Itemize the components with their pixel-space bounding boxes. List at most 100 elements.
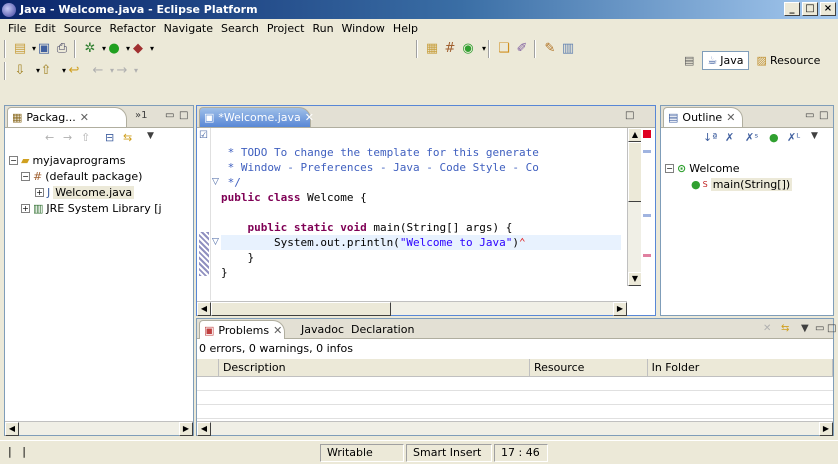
sort-icon[interactable]: ↓ª — [703, 131, 717, 144]
column-header-folder[interactable]: In Folder — [648, 359, 834, 376]
expand-icon[interactable]: + — [21, 203, 30, 213]
new-java-project-icon[interactable]: ▦ — [424, 41, 440, 57]
view-overflow-button[interactable]: »1 — [135, 110, 147, 121]
view-menu-icon[interactable]: ▼ — [801, 323, 809, 334]
menu-source[interactable]: Source — [60, 22, 106, 35]
search-icon[interactable]: ✐ — [514, 41, 530, 57]
tab-declaration[interactable]: Declaration — [351, 323, 414, 336]
outline-tab[interactable]: ▤ Outline ✕ — [663, 107, 743, 127]
minimize-button[interactable]: _ — [784, 2, 800, 16]
menu-file[interactable]: File — [4, 22, 30, 35]
horizontal-scrollbar[interactable]: ◀ ▶ — [5, 421, 193, 436]
package-explorer-tab[interactable]: ▦ Packag... ✕ — [7, 107, 127, 127]
scroll-right-button[interactable]: ▶ — [613, 302, 627, 316]
collapse-icon[interactable]: − — [665, 163, 674, 173]
scroll-thumb[interactable] — [628, 142, 642, 202]
close-icon[interactable]: ✕ — [80, 111, 89, 124]
minimize-view-button[interactable]: ▭ — [805, 110, 814, 121]
code-area[interactable]: * TODO To change the template for this g… — [221, 130, 621, 310]
minimize-view-button[interactable]: ▭ — [165, 110, 174, 121]
new-class-icon[interactable]: ◉ — [460, 41, 476, 57]
scroll-thumb[interactable] — [211, 302, 391, 316]
menu-help[interactable]: Help — [389, 22, 422, 35]
menu-navigate[interactable]: Navigate — [160, 22, 217, 35]
expand-icon[interactable]: + — [35, 187, 44, 197]
scroll-right-button[interactable]: ▶ — [179, 422, 193, 436]
scroll-right-button[interactable]: ▶ — [819, 422, 833, 436]
scroll-left-button[interactable]: ◀ — [197, 422, 211, 436]
tree-item-package[interactable]: − # (default package) — [9, 168, 162, 184]
remove-all-icon[interactable]: ✕ — [763, 323, 771, 334]
view-menu-icon[interactable]: ▼ — [147, 131, 154, 141]
resource-perspective-button[interactable]: ▨ Resource — [753, 52, 825, 69]
fold-icon[interactable]: ▽ — [212, 177, 219, 187]
scroll-up-button[interactable]: ▲ — [628, 128, 642, 142]
error-marker — [643, 254, 651, 257]
print-icon[interactable]: ⎙ — [54, 41, 70, 57]
collapse-icon[interactable]: − — [9, 155, 18, 165]
link-with-editor-icon[interactable]: ⇆ — [123, 131, 132, 144]
menu-window[interactable]: Window — [338, 22, 389, 35]
up-icon[interactable]: ⇧ — [81, 131, 90, 144]
last-edit-icon[interactable]: ↩ — [66, 63, 82, 79]
editor-tab-welcome[interactable]: ▣ *Welcome.java ✕ — [199, 107, 314, 127]
maximize-button[interactable]: □ — [802, 2, 818, 16]
vertical-scrollbar[interactable]: ▲ ▼ — [627, 128, 642, 286]
close-button[interactable]: × — [820, 2, 836, 16]
collapse-all-icon[interactable]: ⊟ — [105, 131, 114, 144]
outline-class-label: Welcome — [689, 161, 740, 175]
maximize-view-button[interactable]: □ — [827, 323, 836, 334]
dropdown-arrow-icon[interactable]: ▾ — [144, 41, 160, 57]
java-perspective-button[interactable]: ☕ Java — [702, 50, 749, 70]
menu-edit[interactable]: Edit — [30, 22, 59, 35]
save-icon[interactable]: ▣ — [36, 41, 52, 57]
close-icon[interactable]: ✕ — [305, 111, 314, 124]
new-package-icon[interactable]: # — [442, 41, 458, 57]
back-icon[interactable]: ← — [45, 131, 54, 144]
maximize-view-button[interactable]: □ — [625, 110, 634, 121]
hide-fields-icon[interactable]: ✗ — [725, 131, 734, 144]
collapse-icon[interactable]: − — [21, 171, 30, 181]
hide-nonpublic-icon[interactable]: ● — [769, 131, 779, 144]
code-line: public class Welcome { — [221, 190, 621, 205]
horizontal-scrollbar[interactable]: ◀ ▶ — [197, 421, 833, 436]
scroll-down-button[interactable]: ▼ — [628, 272, 642, 286]
hide-static-icon[interactable]: ✗ˢ — [745, 131, 758, 144]
outline-method[interactable]: ● S main(String[]) — [665, 176, 793, 192]
table-row — [197, 391, 833, 405]
column-header-description[interactable]: Description — [219, 359, 530, 376]
close-icon[interactable]: ✕ — [726, 111, 735, 124]
tab-javadoc[interactable]: Javadoc — [301, 323, 344, 336]
next-annotation-icon[interactable]: ⇩ — [12, 63, 28, 79]
menu-project[interactable]: Project — [263, 22, 309, 35]
string-literal: "Welcome to Java" — [399, 236, 513, 249]
maximize-view-button[interactable]: □ — [179, 110, 188, 121]
previous-annotation-icon[interactable]: ⇧ — [38, 63, 54, 79]
column-header-resource[interactable]: Resource — [530, 359, 648, 376]
menu-search[interactable]: Search — [217, 22, 263, 35]
maximize-view-button[interactable]: □ — [819, 110, 828, 121]
outline-title: Outline — [682, 111, 723, 124]
close-icon[interactable]: ✕ — [273, 324, 282, 337]
view-menu-icon[interactable]: ▼ — [811, 131, 818, 141]
open-type-icon[interactable]: ❑ — [496, 41, 512, 57]
horizontal-scrollbar[interactable]: ◀ ▶ — [197, 301, 627, 316]
outline-class[interactable]: − ⊙ Welcome — [665, 160, 792, 176]
hide-local-types-icon[interactable]: ✗ᴸ — [787, 131, 800, 144]
forward-icon[interactable]: → — [63, 131, 72, 144]
tree-item-project[interactable]: − ▰ myjavaprograms — [9, 152, 162, 168]
edit-icon[interactable]: ✎ — [542, 41, 558, 57]
menu-run[interactable]: Run — [308, 22, 337, 35]
minimize-view-button[interactable]: ▭ — [815, 323, 824, 334]
menu-refactor[interactable]: Refactor — [106, 22, 160, 35]
open-perspective-button[interactable]: ▤ — [680, 52, 698, 69]
scroll-left-button[interactable]: ◀ — [5, 422, 19, 436]
tree-item-file[interactable]: + J Welcome.java — [9, 184, 162, 200]
copy-icon[interactable]: ▥ — [560, 41, 576, 57]
tab-problems[interactable]: ▣ Problems ✕ — [199, 320, 285, 339]
dropdown-arrow-icon[interactable]: ▾ — [128, 63, 144, 79]
tree-item-library[interactable]: + ▥ JRE System Library [j — [9, 200, 162, 216]
filter-icon[interactable]: ⇆ — [781, 323, 789, 334]
scroll-left-button[interactable]: ◀ — [197, 302, 211, 316]
fold-icon[interactable]: ▽ — [212, 237, 219, 247]
